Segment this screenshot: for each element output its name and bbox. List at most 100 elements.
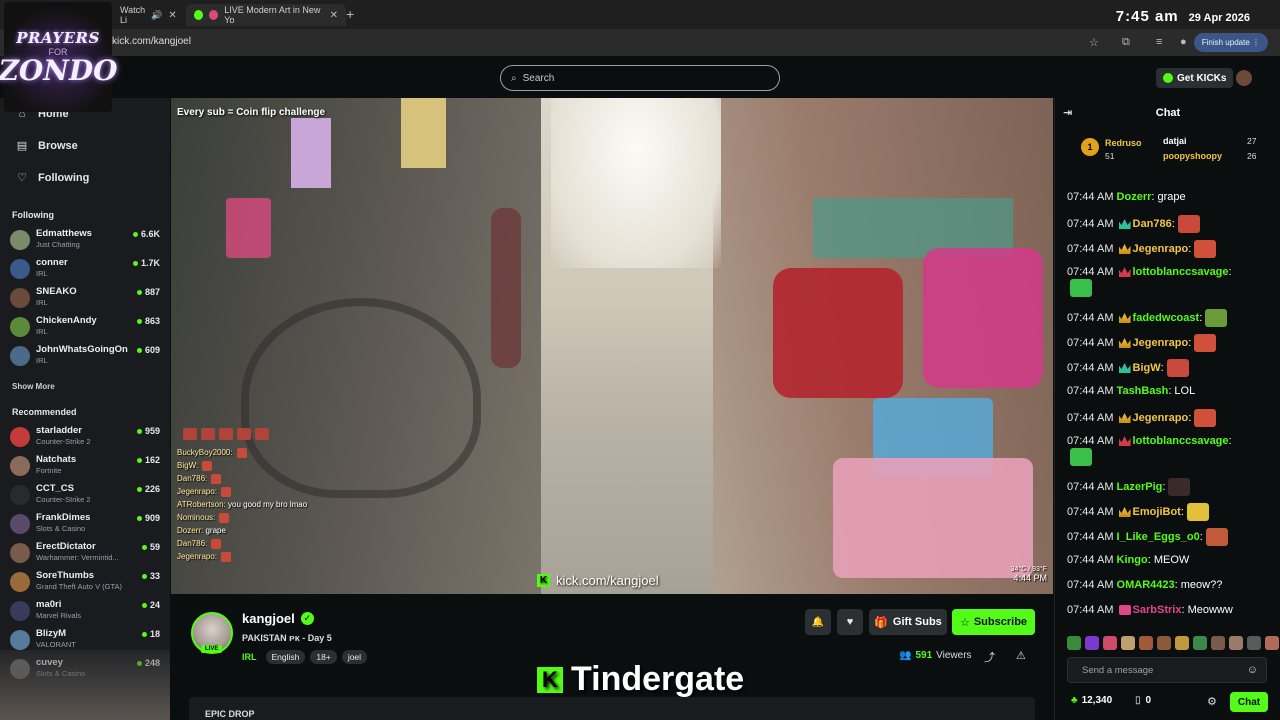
follow-button[interactable]: ♥	[837, 609, 863, 635]
chat-username[interactable]: lottoblanccsavage	[1133, 435, 1229, 447]
sidebar-channel[interactable]: starladder Counter-Strike 2 959	[10, 424, 160, 452]
video-player[interactable]: Every sub = Coin flip challenge BuckyBoy…	[171, 98, 1053, 594]
sidebar-channel[interactable]: ErectDictator Warhammer: Vermintid... 59	[10, 540, 160, 568]
chat-message-input[interactable]: Send a message ☺	[1067, 657, 1267, 683]
chat-timestamp: 07:44 AM	[1067, 505, 1114, 518]
emote-button[interactable]	[1085, 636, 1099, 650]
chat-username[interactable]: Dan786	[1133, 218, 1172, 230]
chat-username[interactable]: lottoblanccsavage	[1133, 266, 1229, 278]
send-chat-button[interactable]: Chat	[1230, 692, 1268, 712]
show-more-link[interactable]: Show More	[12, 382, 55, 391]
sidebar-channel[interactable]: Edmatthews Just Chatting 6.6K	[10, 227, 160, 255]
live-dot-icon	[136, 289, 142, 295]
chat-username[interactable]: OMAR4423	[1117, 579, 1175, 591]
chat-message[interactable]: 07:44 AM fadedwcoast:	[1067, 309, 1280, 334]
new-tab-button[interactable]: +	[346, 6, 354, 22]
sidebar-channel[interactable]: ma0ri Marvel Rivals 24	[10, 598, 160, 626]
browser-tab[interactable]: LIVE Modern Art in New Yo ✕	[186, 4, 346, 26]
chat-message[interactable]: 07:44 AM I_Like_Eggs_o0:	[1067, 528, 1280, 553]
sidebar-channel[interactable]: conner IRL 1.7K	[10, 256, 160, 284]
chat-username[interactable]: I_Like_Eggs_o0	[1117, 531, 1200, 543]
chat-message[interactable]: 07:44 AM SarbStrix: Meowww	[1067, 603, 1280, 628]
get-kicks-button[interactable]: Get KICKs	[1156, 68, 1234, 88]
tab-search-icon[interactable]: ≡	[1156, 36, 1162, 48]
chat-message[interactable]: 07:44 AM Jegenrapo:	[1067, 409, 1280, 434]
sidebar-channel[interactable]: CCT_CS Counter-Strike 2 226	[10, 482, 160, 510]
chat-message[interactable]: 07:44 AM Dan786:	[1067, 215, 1280, 240]
leader-name[interactable]: poopyshoopy	[1163, 151, 1222, 161]
chat-message[interactable]: 07:44 AM TashBash: LOL	[1067, 384, 1280, 409]
chat-message[interactable]: 07:44 AM Dozerr: grape	[1067, 190, 1280, 215]
chat-username[interactable]: BigW	[1133, 362, 1161, 374]
chat-message[interactable]: 07:44 AM lottoblanccsavage:	[1067, 434, 1280, 478]
emote-button[interactable]	[1121, 636, 1135, 650]
browser-tab[interactable]: Watch Li 🔊 ✕	[112, 4, 184, 26]
emote-button[interactable]	[1067, 636, 1081, 650]
streamer-name[interactable]: kangjoel ✓	[242, 611, 314, 626]
category-link[interactable]: IRL	[242, 652, 257, 662]
emote-button[interactable]	[1265, 636, 1279, 650]
subscribe-button[interactable]: ☆ Subscribe	[952, 609, 1035, 635]
sidebar-channel[interactable]: FrankDimes Slots & Casino 909	[10, 511, 160, 539]
profile-icon[interactable]: ●	[1180, 36, 1187, 48]
chat-username[interactable]: Jegenrapo	[1133, 243, 1189, 255]
share-icon[interactable]: ⤴	[984, 649, 995, 665]
chat-username[interactable]: Jegenrapo	[1133, 337, 1189, 349]
chat-message[interactable]: 07:44 AM Jegenrapo:	[1067, 240, 1280, 265]
cards-balance[interactable]: ▯ 0	[1135, 695, 1151, 706]
chat-message[interactable]: 07:44 AM lottoblanccsavage:	[1067, 265, 1280, 309]
url-text[interactable]: kick.com/kangjoel	[112, 36, 191, 47]
extensions-icon[interactable]: ⧉	[1122, 36, 1130, 49]
chat-username[interactable]: fadedwcoast	[1133, 312, 1200, 324]
search-input[interactable]: ⌕ Search	[500, 65, 780, 91]
emote-button[interactable]	[1211, 636, 1225, 650]
sidebar-channel[interactable]: ChickenAndy IRL 863	[10, 314, 160, 342]
chat-username[interactable]: TashBash	[1117, 385, 1169, 397]
emote-button[interactable]	[1103, 636, 1117, 650]
leader-name[interactable]: Redruso	[1105, 138, 1142, 148]
chat-username[interactable]: EmojiBot	[1133, 506, 1181, 518]
report-icon[interactable]: ⚠	[1016, 649, 1026, 662]
chat-message[interactable]: 07:44 AM Jegenrapo:	[1067, 334, 1280, 359]
chat-username[interactable]: SarbStrix	[1133, 604, 1182, 616]
bookmark-star-icon[interactable]: ☆	[1089, 36, 1099, 49]
finish-update-button[interactable]: Finish update ⋮	[1193, 33, 1268, 52]
close-tab-icon[interactable]: ✕	[330, 10, 338, 21]
chat-username[interactable]: Dozerr	[1117, 191, 1152, 203]
sidebar-channel[interactable]: SNEAKO IRL 887	[10, 285, 160, 313]
about-panel[interactable]: EPIC DROP	[189, 697, 1035, 720]
chat-message[interactable]: 07:44 AM EmojiBot:	[1067, 503, 1280, 528]
emote-button[interactable]	[1229, 636, 1243, 650]
tag[interactable]: joel	[341, 650, 368, 664]
gift-subs-button[interactable]: 🎁 Gift Subs	[869, 609, 947, 635]
chat-username[interactable]: Kingo	[1117, 554, 1148, 566]
gear-icon[interactable]: ⚙	[1207, 695, 1217, 708]
emote-button[interactable]	[1193, 636, 1207, 650]
tag[interactable]: English	[265, 650, 306, 664]
chat-message[interactable]: 07:44 AM Kingo: MEOW	[1067, 553, 1280, 578]
chat-message[interactable]: 07:44 AM LazerPig:	[1067, 478, 1280, 503]
kicks-balance[interactable]: ♣ 12,340	[1071, 695, 1112, 706]
sidebar-channel[interactable]: SoreThumbs Grand Theft Auto V (GTA) 33	[10, 569, 160, 597]
emoji-icon[interactable]: ☺	[1247, 664, 1258, 676]
sidebar-item-following[interactable]: ♡ Following	[16, 171, 89, 185]
sidebar-channel[interactable]: Natchats Fortnite 162	[10, 453, 160, 481]
sidebar-item-browse[interactable]: ▤ Browse	[16, 139, 78, 153]
chat-message[interactable]: 07:44 AM BigW:	[1067, 359, 1280, 384]
chat-message[interactable]: 07:44 AM OMAR4423: meow??	[1067, 578, 1280, 603]
notification-bell-button[interactable]: 🔔	[805, 609, 831, 635]
tag[interactable]: 18+	[310, 650, 337, 664]
emote-button[interactable]	[1139, 636, 1153, 650]
overlay-chat-user: Jegenrapo:	[177, 487, 218, 497]
emote-button[interactable]	[1247, 636, 1261, 650]
audio-icon[interactable]: 🔊	[151, 10, 162, 21]
close-tab-icon[interactable]: ✕	[168, 10, 176, 21]
chat-username[interactable]: Jegenrapo	[1133, 412, 1189, 424]
avatar[interactable]	[1236, 70, 1252, 86]
collapse-chat-icon[interactable]: ⇥	[1063, 106, 1072, 119]
emote-button[interactable]	[1175, 636, 1189, 650]
chat-username[interactable]: LazerPig	[1117, 481, 1163, 493]
leader-name[interactable]: datjai	[1163, 136, 1187, 146]
emote-button[interactable]	[1157, 636, 1171, 650]
sidebar-channel[interactable]: JohnWhatsGoingOn IRL 609	[10, 343, 160, 371]
